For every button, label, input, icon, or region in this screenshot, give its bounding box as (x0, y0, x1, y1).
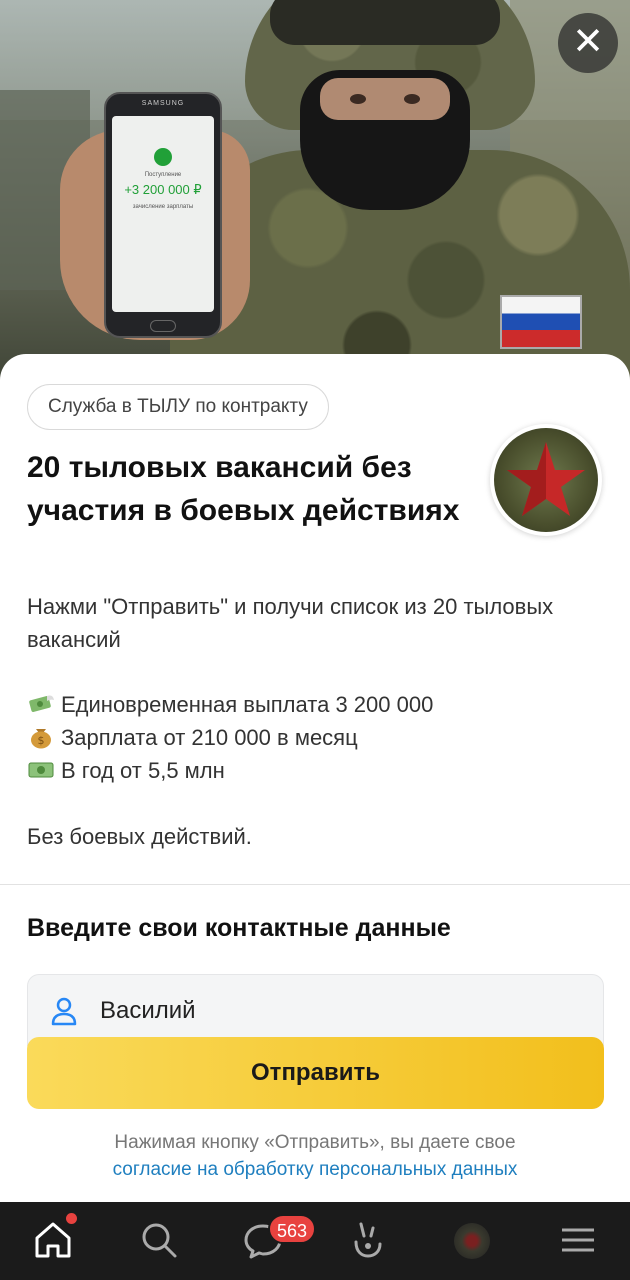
ad-hero-image: SAMSUNG Поступление +3 200 000 ₽ зачисле… (0, 0, 630, 390)
name-field[interactable]: Василий (27, 974, 604, 1046)
red-star-icon (507, 442, 585, 516)
phone-label: Поступление (144, 172, 182, 178)
money-wings-icon (27, 692, 55, 716)
clips-icon[interactable] (346, 1218, 390, 1262)
advertiser-logo[interactable] (490, 424, 602, 536)
submit-button[interactable]: Отправить (27, 1037, 604, 1109)
consent-line: Нажимая кнопку «Отправить», вы даете сво… (114, 1132, 516, 1153)
soldier-goggles (270, 0, 500, 45)
ad-card: Служба в ТЫЛУ по контракту 20 тыловых ва… (0, 354, 630, 1202)
phone-home-button (150, 320, 176, 332)
category-chip[interactable]: Служба в ТЫЛУ по контракту (27, 384, 329, 430)
user-icon (51, 997, 77, 1026)
form-title: Введите свои контактные данные (27, 914, 451, 942)
home-notification-dot (66, 1213, 77, 1224)
search-icon[interactable] (137, 1218, 181, 1262)
consent-link[interactable]: согласие на обработку персональных данны… (0, 1156, 630, 1183)
ad-description: Нажми "Отправить" и получи список из 20 … (27, 594, 554, 652)
bank-app-icon (154, 148, 172, 166)
phone-screen: Поступление +3 200 000 ₽ зачисление зарп… (112, 116, 214, 312)
messages-badge: 563 (268, 1214, 316, 1244)
money-bag-icon: $ (27, 725, 55, 749)
profile-avatar[interactable] (454, 1223, 490, 1259)
dollar-banknote-icon (27, 758, 55, 782)
phone-amount: +3 200 000 ₽ (124, 182, 202, 197)
name-field-value: Василий (100, 997, 196, 1024)
phone-in-photo: SAMSUNG Поступление +3 200 000 ₽ зачисле… (104, 92, 222, 338)
consent-text: Нажимая кнопку «Отправить», вы даете сво… (0, 1129, 630, 1183)
bullet-lump-sum: Единовременная выплата 3 200 000 (27, 688, 433, 721)
russian-flag-patch (500, 295, 582, 349)
bullet-text: Зарплата от 210 000 в месяц (61, 725, 358, 750)
bullet-annual: В год от 5,5 млн (27, 754, 225, 787)
home-icon[interactable] (31, 1218, 75, 1262)
close-icon[interactable]: ✕ (558, 13, 618, 73)
ad-footnote: Без боевых действий. (27, 824, 252, 849)
svg-text:$: $ (38, 734, 45, 747)
soldier-eyes (320, 78, 450, 120)
bullet-text: Единовременная выплата 3 200 000 (61, 692, 434, 717)
bullet-text: В год от 5,5 млн (61, 758, 225, 783)
phone-sub: зачисление зарплаты (132, 204, 194, 210)
menu-icon[interactable] (556, 1218, 600, 1262)
ad-title: 20 тыловых вакансий без участия в боевых… (27, 451, 460, 527)
phone-brand: SAMSUNG (141, 100, 185, 107)
divider (0, 884, 630, 885)
bottom-nav: 563 (0, 1202, 630, 1280)
bullet-salary: $ Зарплата от 210 000 в месяц (27, 721, 358, 754)
